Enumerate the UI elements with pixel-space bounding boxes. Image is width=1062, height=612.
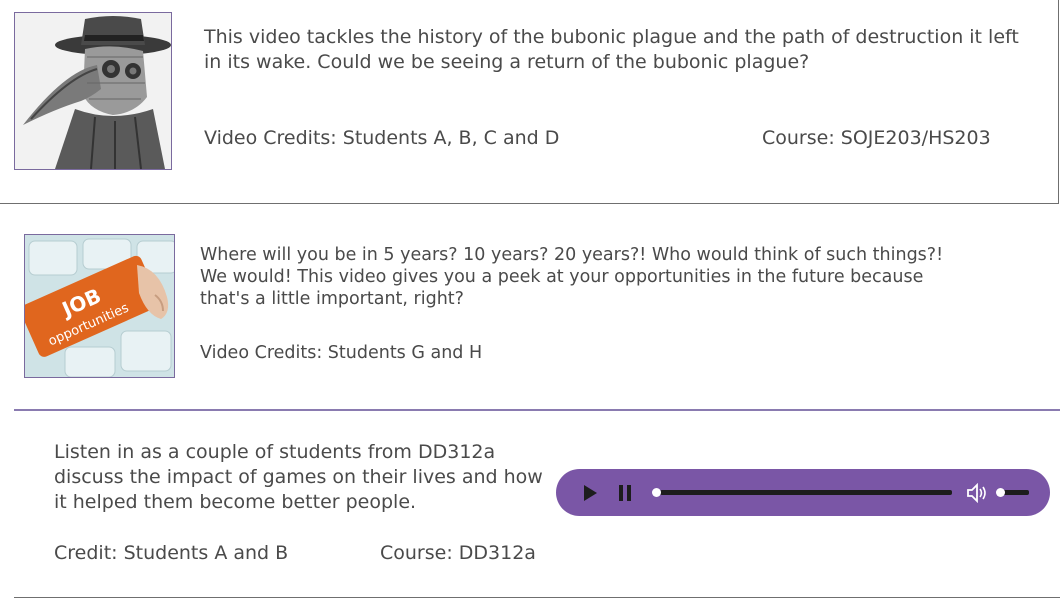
audio-player xyxy=(556,469,1050,516)
pause-icon[interactable] xyxy=(619,485,632,501)
course-label: Course: SOJE203/HS203 xyxy=(762,127,991,149)
progress-handle[interactable] xyxy=(652,488,661,497)
video-credits: Video Credits: Students A, B, C and D xyxy=(204,127,560,149)
progress-track[interactable] xyxy=(660,490,952,495)
job-opportunities-thumbnail[interactable]: JOB opportunities xyxy=(24,234,175,378)
audio-description: Listen in as a couple of students from D… xyxy=(54,441,543,513)
section-divider xyxy=(14,597,1060,598)
course-label: Course: DD312a xyxy=(380,542,536,564)
video-card-plague: This video tackles the history of the bu… xyxy=(0,0,1059,204)
audio-credits: Credit: Students A and B xyxy=(54,542,289,564)
plague-doctor-thumbnail[interactable] xyxy=(14,12,172,170)
play-icon[interactable] xyxy=(584,485,597,501)
volume-handle[interactable] xyxy=(996,488,1006,497)
video-credits: Video Credits: Students G and H xyxy=(200,343,483,363)
volume-track[interactable] xyxy=(1003,490,1029,495)
video-description: This video tackles the history of the bu… xyxy=(204,26,1019,73)
video-description: Where will you be in 5 years? 10 years? … xyxy=(200,245,944,309)
section-divider xyxy=(14,409,1060,411)
volume-icon[interactable] xyxy=(966,482,988,504)
